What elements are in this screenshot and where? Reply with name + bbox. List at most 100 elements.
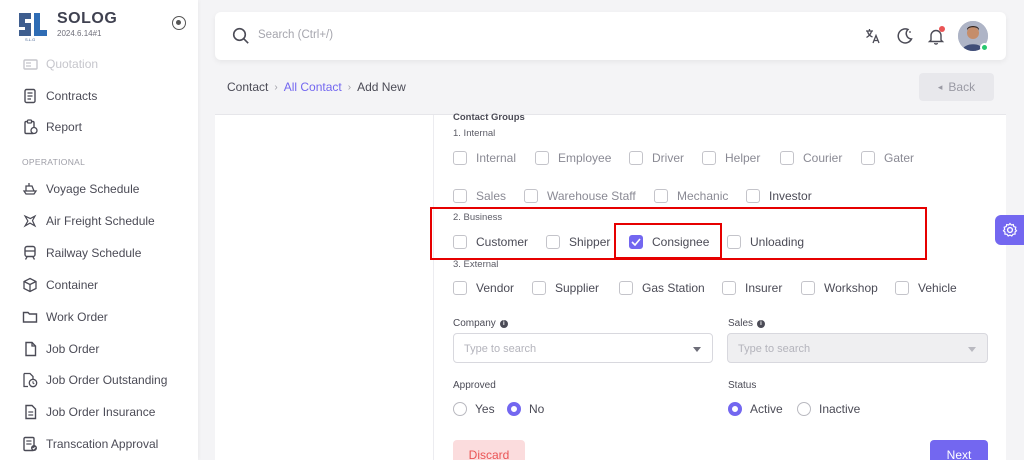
sales-select[interactable]: Type to search bbox=[727, 333, 988, 363]
next-button[interactable]: Next bbox=[930, 440, 988, 460]
checkbox-box[interactable] bbox=[524, 189, 538, 203]
caret-down-icon bbox=[693, 347, 701, 352]
checkbox-mechanic[interactable]: Mechanic bbox=[654, 188, 728, 204]
checkbox-internal[interactable]: Internal bbox=[453, 150, 516, 166]
search-icon[interactable] bbox=[232, 27, 250, 45]
checkbox-box[interactable] bbox=[895, 281, 909, 295]
sidebar-toggle-icon[interactable] bbox=[172, 16, 186, 30]
checkbox-box[interactable] bbox=[801, 281, 815, 295]
theme-toggle-icon[interactable] bbox=[895, 26, 915, 46]
checkbox-vehicle[interactable]: Vehicle bbox=[895, 280, 957, 296]
radio-approved-no[interactable]: No bbox=[507, 402, 544, 416]
checkbox-box[interactable] bbox=[532, 281, 546, 295]
radio-circle[interactable] bbox=[507, 402, 521, 416]
svg-text:S.L.G: S.L.G bbox=[25, 37, 35, 42]
checkbox-box[interactable] bbox=[453, 189, 467, 203]
sidebar-item-voyage-schedule[interactable]: Voyage Schedule bbox=[22, 177, 139, 201]
customizer-button[interactable] bbox=[995, 215, 1024, 245]
info-icon: i bbox=[499, 319, 508, 328]
column-divider bbox=[433, 115, 434, 460]
checkbox-investor[interactable]: Investor bbox=[746, 188, 812, 204]
checkbox-insurer[interactable]: Insurer bbox=[722, 280, 782, 296]
sidebar-item-report[interactable]: Report bbox=[22, 115, 82, 139]
checkbox-box[interactable] bbox=[746, 189, 760, 203]
company-select-placeholder: Type to search bbox=[464, 343, 537, 355]
radio-status-inactive[interactable]: Inactive bbox=[797, 402, 860, 416]
sales-select-placeholder: Type to search bbox=[738, 343, 811, 355]
sales-label: Sales i bbox=[728, 318, 766, 329]
radio-status-active[interactable]: Active bbox=[728, 402, 783, 416]
external-group-label: 3. External bbox=[453, 259, 499, 270]
checkbox-driver[interactable]: Driver bbox=[629, 150, 684, 166]
folder-icon bbox=[22, 309, 38, 325]
sidebar-item-work-order[interactable]: Work Order bbox=[22, 305, 108, 329]
sidebar-item-container[interactable]: Container bbox=[22, 273, 98, 297]
checkbox-label: Vehicle bbox=[918, 281, 957, 295]
sidebar-item-label: Work Order bbox=[46, 310, 108, 324]
sidebar-item-job-order-outstanding[interactable]: Job Order Outstanding bbox=[22, 368, 167, 392]
info-icon: i bbox=[757, 319, 766, 328]
arrow-left-icon: ◂ bbox=[937, 81, 943, 92]
checkbox-box[interactable] bbox=[629, 151, 643, 165]
sidebar-item-air-freight-schedule[interactable]: Air Freight Schedule bbox=[22, 209, 155, 233]
brand: S.L.G SOLOG 2024.6.14#1 bbox=[16, 9, 191, 43]
consignee-highlight-box bbox=[614, 223, 722, 259]
checkbox-label: Driver bbox=[652, 151, 684, 165]
checkbox-gas-station[interactable]: Gas Station bbox=[619, 280, 705, 296]
checkbox-helper[interactable]: Helper bbox=[702, 150, 760, 166]
translate-icon[interactable] bbox=[863, 26, 883, 46]
status-label: Status bbox=[728, 380, 757, 391]
checkbox-box[interactable] bbox=[861, 151, 875, 165]
discard-button[interactable]: Discard bbox=[453, 440, 525, 460]
breadcrumb-root[interactable]: Contact bbox=[227, 80, 268, 94]
sidebar-item-contracts[interactable]: Contracts bbox=[22, 84, 97, 108]
checkbox-employee[interactable]: Employee bbox=[535, 150, 611, 166]
breadcrumb: Contact › All Contact › Add New bbox=[227, 80, 406, 94]
checkbox-box[interactable] bbox=[780, 151, 794, 165]
sidebar-item-quotation[interactable]: Quotation bbox=[22, 52, 98, 76]
checkbox-sales[interactable]: Sales bbox=[453, 188, 506, 204]
checkbox-box[interactable] bbox=[722, 281, 736, 295]
notification-bell-icon[interactable] bbox=[926, 26, 946, 46]
sidebar-item-label: Job Order Outstanding bbox=[46, 373, 168, 387]
checkbox-supplier[interactable]: Supplier bbox=[532, 280, 599, 296]
radio-label: Inactive bbox=[819, 402, 861, 416]
checkbox-workshop[interactable]: Workshop bbox=[801, 280, 878, 296]
back-button[interactable]: ◂ Back bbox=[919, 73, 994, 101]
checkbox-box[interactable] bbox=[619, 281, 633, 295]
sidebar-item-label: Railway Schedule bbox=[46, 246, 142, 260]
checkbox-box[interactable] bbox=[535, 151, 549, 165]
online-status-dot bbox=[980, 43, 989, 52]
checkbox-box[interactable] bbox=[453, 281, 467, 295]
caret-down-icon bbox=[968, 347, 976, 352]
checkbox-label: Sales bbox=[476, 189, 507, 203]
search-input[interactable]: Search (Ctrl+/) bbox=[258, 29, 333, 41]
checklist-icon bbox=[22, 436, 38, 452]
company-select[interactable]: Type to search bbox=[453, 333, 713, 363]
sidebar-item-railway-schedule[interactable]: Railway Schedule bbox=[22, 241, 141, 265]
checkbox-warehouse-staff[interactable]: Warehouse Staff bbox=[524, 188, 636, 204]
file-icon bbox=[22, 341, 38, 357]
sidebar-item-job-order-insurance[interactable]: Job Order Insurance bbox=[22, 400, 155, 424]
quotation-icon bbox=[22, 56, 38, 72]
checkbox-box[interactable] bbox=[702, 151, 716, 165]
breadcrumb-parent[interactable]: All Contact bbox=[284, 80, 342, 94]
sidebar-item-label: Transcation Approval bbox=[46, 437, 159, 451]
airplane-icon bbox=[22, 213, 38, 229]
radio-circle[interactable] bbox=[797, 402, 811, 416]
checkbox-label: Courier bbox=[803, 151, 843, 165]
internal-group-label: 1. Internal bbox=[453, 128, 496, 139]
sidebar-item-transcation-approval[interactable]: Transcation Approval bbox=[22, 432, 158, 456]
checkbox-gater[interactable]: Gater bbox=[861, 150, 914, 166]
radio-circle[interactable] bbox=[453, 402, 467, 416]
company-label: Company i bbox=[453, 318, 508, 329]
sidebar-item-job-order[interactable]: Job Order bbox=[22, 337, 99, 361]
checkbox-label: Gas Station bbox=[642, 281, 705, 295]
checkbox-label: Warehouse Staff bbox=[547, 189, 636, 203]
radio-circle[interactable] bbox=[728, 402, 742, 416]
checkbox-box[interactable] bbox=[453, 151, 467, 165]
radio-approved-yes[interactable]: Yes bbox=[453, 402, 495, 416]
checkbox-box[interactable] bbox=[654, 189, 668, 203]
checkbox-courier[interactable]: Courier bbox=[780, 150, 842, 166]
checkbox-vendor[interactable]: Vendor bbox=[453, 280, 514, 296]
